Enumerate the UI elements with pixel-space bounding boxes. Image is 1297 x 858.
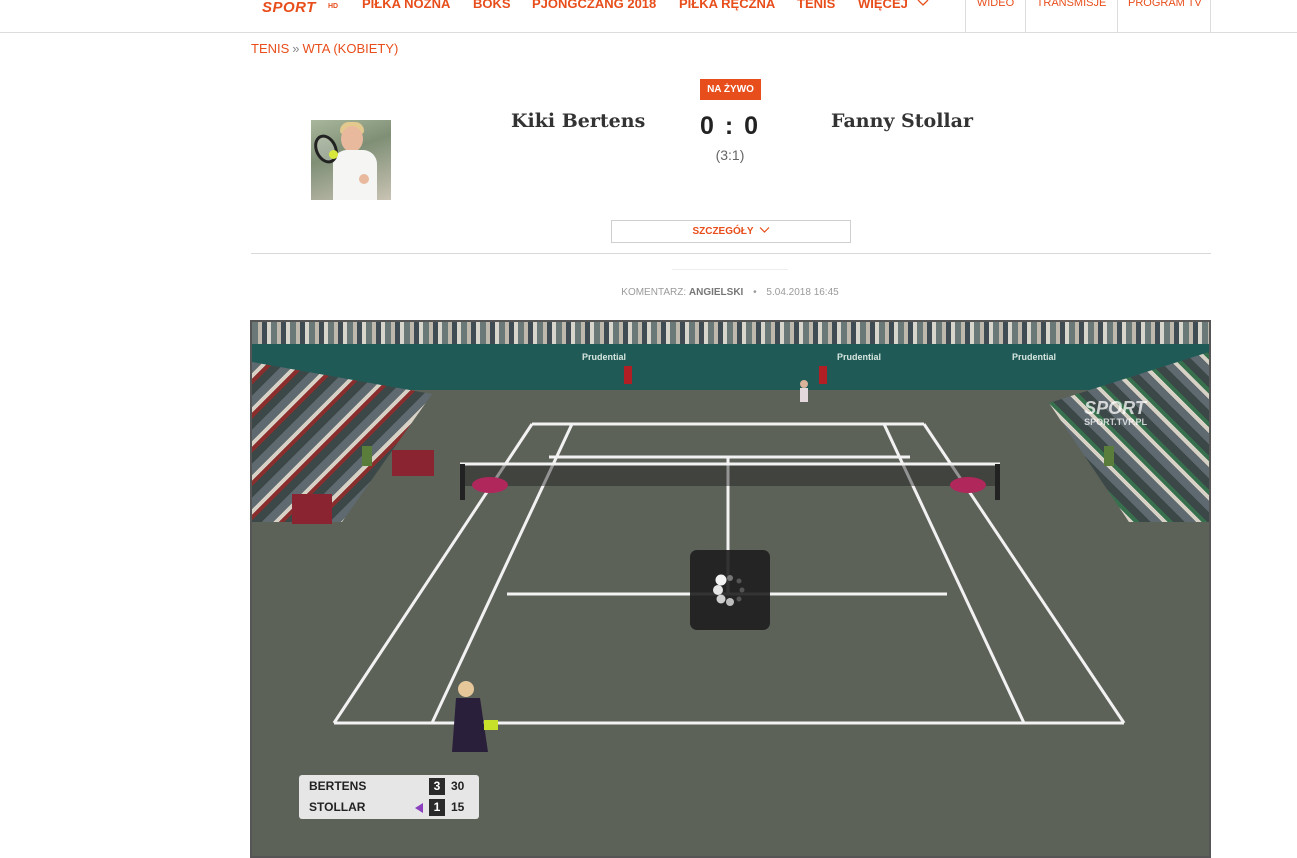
nav-right-transmisje-label: TRANSMISJE [1036,0,1107,9]
player2-name[interactable]: Fanny Stollar [831,110,973,132]
match-score: 0 : 0 [699,112,761,140]
video-player[interactable]: Prudential Prudential Prudential SPORT S… [250,320,1211,858]
player1-name[interactable]: Kiki Bertens [511,110,645,132]
nav-right-program-tv[interactable]: PROGRAM TV [1117,0,1211,32]
scoreboard-games: 3 [429,778,445,795]
breadcrumb-tenis[interactable]: TENIS [251,41,289,56]
nav-right-transmisje[interactable]: TRANSMISJE [1025,0,1117,32]
scoreboard-points: 15 [451,800,465,814]
match-sets: (3:1) [715,147,745,163]
breadcrumb: TENIS» WTA (KOBIETY) [251,41,398,56]
nav-item-wiecej[interactable]: WIĘCEJ [858,0,908,11]
nav-item-boks[interactable]: BOKS [473,0,511,11]
watermark-text: SPORT [1084,398,1146,418]
breadcrumb-wta[interactable]: WTA (KOBIETY) [303,41,399,56]
top-navigation: SPORT HD PIŁKA NOŻNA BOKS PJONGCZANG 201… [0,0,1297,33]
sport-watermark: SPORT SPORT.TVP.PL [1084,398,1147,427]
nav-item-tenis[interactable]: TENIS [797,0,835,11]
serve-indicator-icon [415,803,423,813]
loading-spinner-icon [690,550,770,630]
details-button-label: SZCZEGÓŁY [692,226,754,237]
scoreboard-player-name: BERTENS [309,779,367,793]
player-photo [311,120,391,200]
logo-hd: HD [328,3,339,10]
scoreboard-row: STOLLAR 1 15 [299,797,479,818]
scoreboard-points: 30 [451,779,465,793]
section-divider [251,253,1211,254]
scoreboard-player-name: STOLLAR [309,800,366,814]
watermark-url: SPORT.TVP.PL [1084,417,1147,427]
nav-right-wideo-label: WIDEO [976,0,1015,9]
tvp-sport-logo[interactable]: SPORT HD [262,0,342,18]
broadcast-datetime: 5.04.2018 16:45 [766,287,839,298]
commentary-label: KOMENTARZ: [621,287,687,298]
nav-item-pilka-nozna[interactable]: PIŁKA NOŻNA [362,0,450,11]
nav-item-pilka-reczna[interactable]: PIŁKA RĘCZNA [679,0,775,11]
logo-text: SPORT [262,0,316,16]
scoreboard-row: BERTENS 3 30 [299,776,479,797]
broadcast-meta: KOMENTARZ: ANGIELSKI • 5.04.2018 16:45 [0,287,1297,298]
tv-scoreboard: BERTENS 3 30 STOLLAR 1 15 [299,775,479,819]
nav-right-wideo[interactable]: WIDEO [965,0,1025,32]
short-divider [672,269,788,270]
nav-item-pjongczang[interactable]: PJONGCZANG 2018 [532,0,656,11]
scoreboard-games: 1 [429,799,445,816]
breadcrumb-separator: » [292,41,300,56]
details-button[interactable]: SZCZEGÓŁY [611,220,851,243]
chevron-down-icon[interactable] [916,0,930,9]
chevron-down-icon [759,227,769,234]
nav-right-program-tv-label: PROGRAM TV [1128,0,1202,9]
meta-bullet: • [753,287,757,298]
live-badge: NA ŻYWO [700,79,761,100]
commentary-language: ANGIELSKI [688,287,744,298]
